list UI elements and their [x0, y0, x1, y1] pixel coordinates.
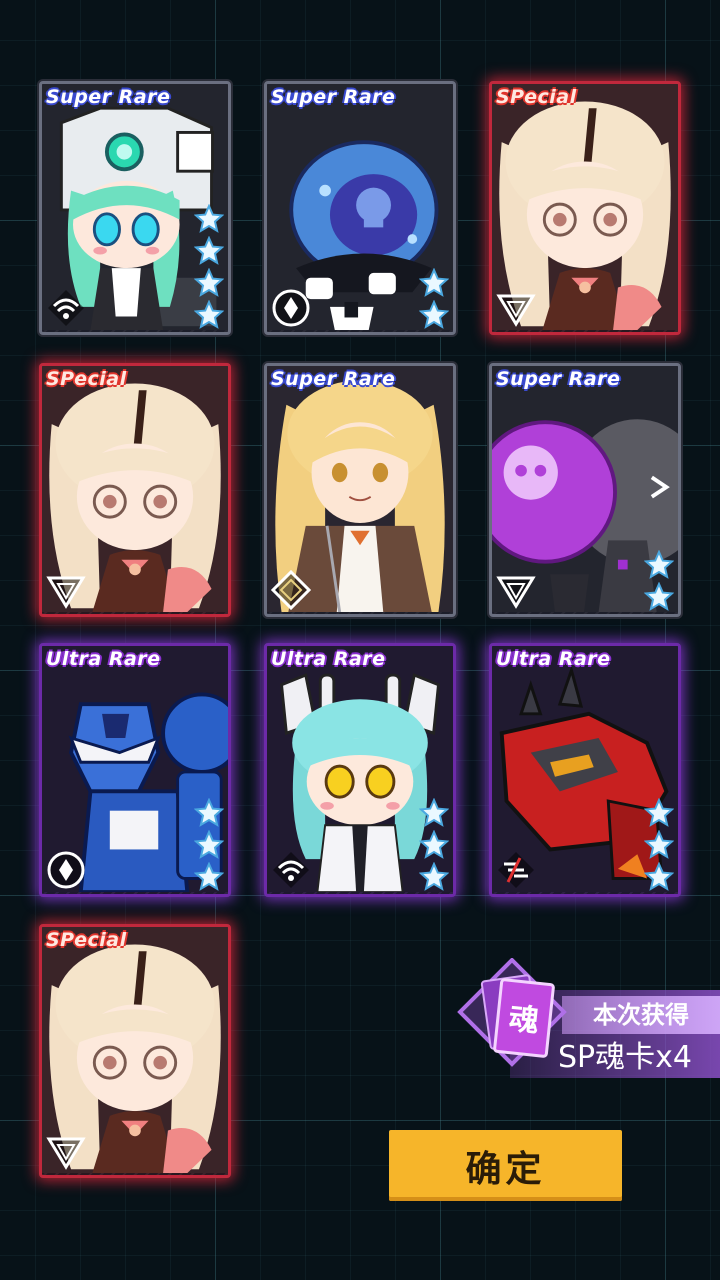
- rarity-label: Ultra Rare: [46, 648, 161, 670]
- reward-amount: SP魂卡x4: [558, 1040, 692, 1075]
- reward-banner: 本次获得 SP魂卡x4 魂: [452, 958, 720, 1088]
- star-rating: [644, 796, 674, 892]
- star-icon: [644, 830, 674, 859]
- triangle-element-icon: [496, 294, 536, 327]
- soul-glyph: 魂: [507, 1002, 540, 1040]
- star-icon: [194, 204, 224, 233]
- wifi-element-icon: [273, 852, 309, 888]
- soul-card-icon: 魂: [457, 958, 567, 1067]
- card-6[interactable]: Super Rare: [489, 363, 681, 617]
- card-3[interactable]: SPecial: [489, 81, 681, 335]
- card-5[interactable]: Super Rare: [264, 363, 456, 617]
- star-icon: [194, 300, 224, 329]
- card-10[interactable]: SPecial: [39, 924, 231, 1178]
- star-rating: [194, 202, 224, 330]
- triangle-element-icon: [46, 1137, 86, 1170]
- star-rating: [419, 796, 449, 892]
- diamond-element-icon: [271, 570, 311, 610]
- star-icon: [644, 862, 674, 891]
- triangle-element-icon: [46, 576, 86, 609]
- star-icon: [194, 268, 224, 297]
- star-icon: [419, 798, 449, 827]
- star-icon: [194, 830, 224, 859]
- star-icon: [419, 862, 449, 891]
- card-4[interactable]: SPecial: [39, 363, 231, 617]
- reward-title: 本次获得: [562, 996, 720, 1034]
- rarity-label: Ultra Rare: [271, 648, 386, 670]
- water-drop-element-icon: [272, 289, 310, 327]
- card-9[interactable]: Ultra Rare: [489, 643, 681, 897]
- water-drop-element-icon: [47, 851, 85, 889]
- star-icon: [194, 862, 224, 891]
- card-8[interactable]: Ultra Rare: [264, 643, 456, 897]
- rarity-label: SPecial: [46, 368, 127, 390]
- rarity-label: Super Rare: [496, 368, 621, 390]
- rarity-label: SPecial: [496, 86, 577, 108]
- wifi-element-icon: [48, 290, 84, 326]
- star-icon: [644, 550, 674, 579]
- triangle-element-icon: [496, 576, 536, 609]
- star-icon: [419, 830, 449, 859]
- star-rating: [419, 266, 449, 330]
- rarity-label: Super Rare: [271, 86, 396, 108]
- rarity-label: Ultra Rare: [496, 648, 611, 670]
- confirm-button[interactable]: 确定: [389, 1130, 622, 1201]
- star-icon: [194, 236, 224, 265]
- star-icon: [194, 798, 224, 827]
- slash-element-icon: [498, 852, 534, 888]
- card-2[interactable]: Super Rare: [264, 81, 456, 335]
- card-1[interactable]: Super Rare: [39, 81, 231, 335]
- star-icon: [644, 582, 674, 611]
- star-rating: [644, 548, 674, 612]
- star-icon: [644, 798, 674, 827]
- star-icon: [419, 300, 449, 329]
- star-icon: [419, 268, 449, 297]
- rarity-label: Super Rare: [271, 368, 396, 390]
- rarity-label: SPecial: [46, 929, 127, 951]
- star-rating: [194, 796, 224, 892]
- card-7[interactable]: Ultra Rare: [39, 643, 231, 897]
- rarity-label: Super Rare: [46, 86, 171, 108]
